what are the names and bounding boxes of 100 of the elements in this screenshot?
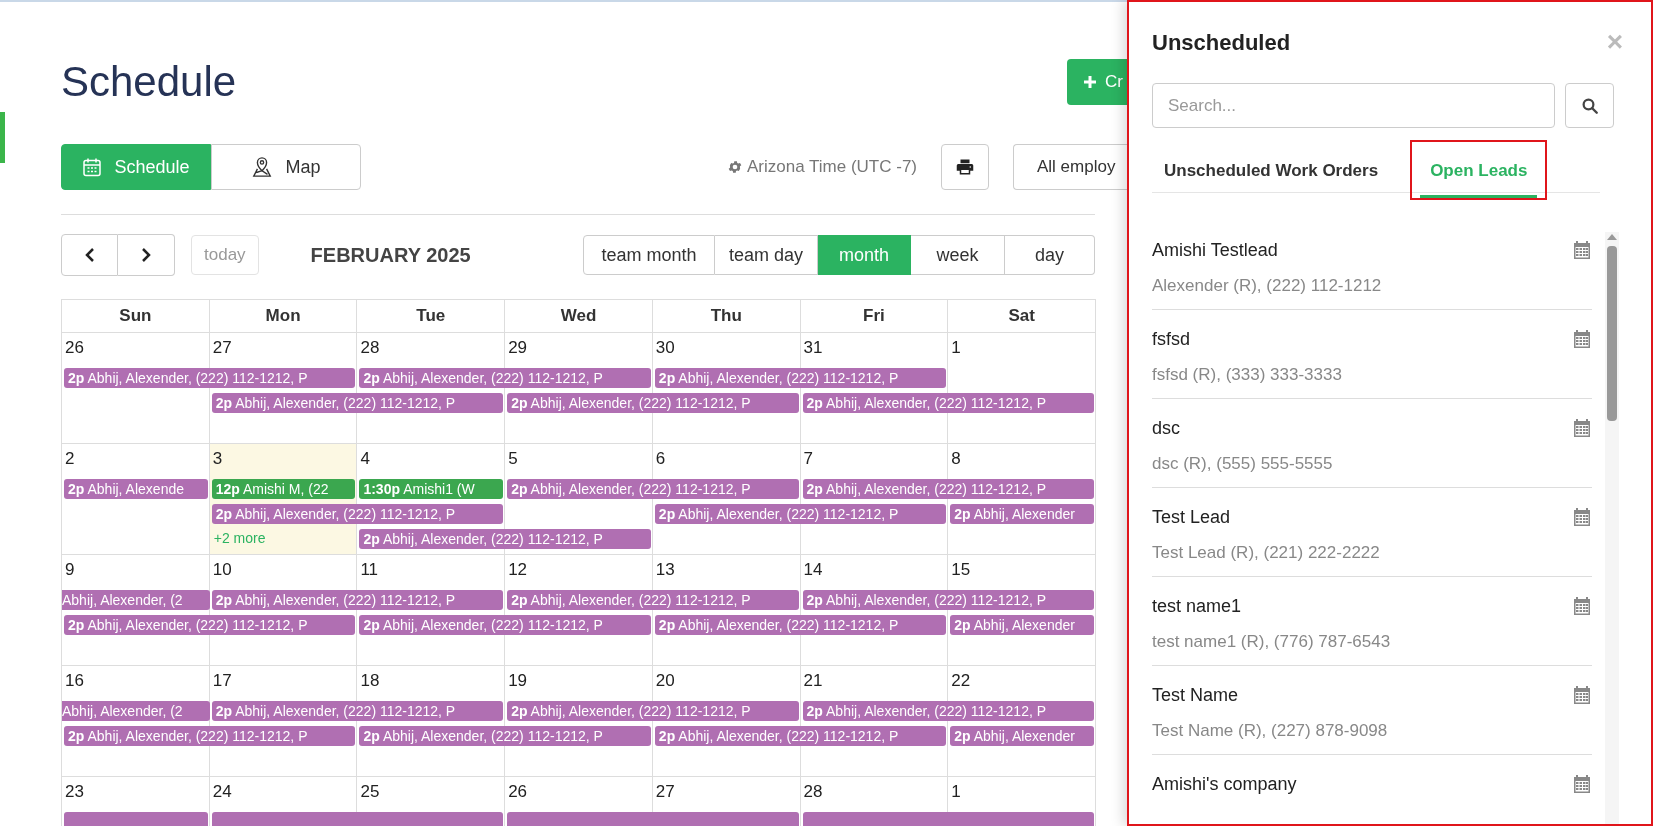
event-bar: 2p Abhij, Alexender — [950, 503, 1094, 524]
gear-icon — [726, 159, 743, 175]
chevron-right-icon — [140, 247, 152, 263]
event-bar: 2p Abhij, Alexender, (222) 112-1212, P — [507, 478, 799, 499]
day-number: 3 — [211, 448, 223, 467]
day-number: 2 — [64, 448, 75, 467]
event-bar: 2p Abhij, Alexender, (222) 112-1212, P — [359, 528, 651, 549]
day-number: 6 — [654, 448, 666, 467]
day-number: 22 — [950, 670, 971, 689]
event-bar: 2p Abhij, Alexender, (222) 112-1212, P — [507, 392, 799, 413]
event-bar: 2p Abhij, Alexender, (222) 112-1212, P — [507, 700, 799, 721]
day-number: 21 — [802, 670, 823, 689]
day-number: 23 — [64, 781, 84, 800]
day-number: 27 — [654, 781, 675, 800]
schedule-lead-button[interactable] — [1572, 506, 1592, 528]
day-number: 4 — [359, 448, 370, 467]
day-number: 11 — [359, 559, 379, 578]
schedule-lead-button[interactable] — [1572, 328, 1592, 350]
day-number: 8 — [950, 448, 961, 467]
day-number: 28 — [359, 337, 380, 356]
day-number: 29 — [507, 337, 528, 356]
calendar-view-tab[interactable]: week — [911, 235, 1005, 275]
lead-name[interactable]: Test Name — [1152, 682, 1388, 709]
day-number: 26 — [64, 337, 84, 356]
calendar-icon — [1572, 774, 1592, 794]
search-button[interactable] — [1565, 83, 1614, 128]
view-toggle-button[interactable]: Map — [211, 144, 361, 190]
day-number: 18 — [359, 670, 380, 689]
event-bar: 2p Abhij, Alexender, (222) 112-1212, P — [64, 367, 356, 388]
weekday-header: Sun — [119, 305, 152, 328]
weekday-header: Fri — [863, 305, 885, 328]
timezone-label[interactable]: Arizona Time (UTC -7) — [746, 154, 917, 180]
printer-icon — [956, 158, 974, 176]
print-button[interactable] — [941, 144, 989, 190]
day-number: 9 — [64, 559, 75, 578]
day-number: 16 — [64, 670, 84, 689]
lead-details: Test Lead (R), (221) 222-2222 — [1152, 542, 1380, 564]
panel-tab[interactable]: Unscheduled Work Orders — [1154, 157, 1389, 198]
event-bar: 2p Abhij, Alexender, (222) 112-1212, P — [359, 725, 651, 746]
lead-name[interactable]: test name1 — [1152, 593, 1391, 620]
calendar-icon — [1572, 685, 1592, 705]
weekday-header: Tue — [416, 305, 446, 328]
calendar-view-tab[interactable]: day — [1005, 235, 1095, 275]
plus-icon — [1083, 75, 1097, 89]
day-number: 13 — [654, 559, 675, 578]
calendar-view-tab[interactable]: team day — [715, 235, 818, 275]
event-bar: 2p Abhij, Alexender — [950, 614, 1094, 635]
day-number: 17 — [211, 670, 232, 689]
map-pin-icon — [251, 156, 274, 178]
weekday-header: Sat — [1008, 305, 1035, 328]
schedule-lead-button[interactable] — [1572, 595, 1592, 617]
event-bar: 2p Abhij, Alexender, (222) 112-1212, P — [64, 614, 356, 635]
weekday-header: Mon — [265, 305, 301, 328]
search-icon — [1580, 96, 1599, 115]
event-bar: 2p Abhij, Alexender, (222) 112-1212, P — [64, 725, 356, 746]
calendar-icon — [1572, 329, 1592, 349]
previous-button[interactable] — [61, 234, 118, 276]
schedule-lead-button[interactable] — [1572, 239, 1592, 261]
weekday-header: Wed — [560, 305, 597, 328]
day-number: 1 — [950, 781, 961, 800]
search-field[interactable]: Search... — [1152, 83, 1555, 128]
calendar-icon — [82, 157, 103, 177]
lead-details: fsfsd (R), (333) 333-3333 — [1152, 364, 1342, 386]
day-number: 14 — [802, 559, 823, 578]
day-number: 28 — [802, 781, 823, 800]
day-number: 25 — [359, 781, 380, 800]
day-number: 5 — [507, 448, 518, 467]
panel-title: Unscheduled — [1152, 28, 1291, 57]
event-bar: 1:30p Amishi1 (W — [359, 478, 504, 499]
lead-name[interactable]: dsc — [1152, 415, 1333, 442]
event-bar: 2p Abhij, Alexende — [64, 478, 208, 499]
event-bar: 2p Abhij, Alexender, (222) 112-1212, P — [507, 589, 799, 610]
calendar-view-tab[interactable]: team month — [583, 235, 715, 275]
lead-name[interactable]: Amishi Testlead — [1152, 237, 1382, 264]
day-number: 30 — [654, 337, 675, 356]
calendar-icon — [1572, 240, 1592, 260]
lead-details: Test Name (R), (227) 878-9098 — [1152, 720, 1388, 742]
calendar-icon — [1572, 596, 1592, 616]
lead-details: test name1 (R), (776) 787-6543 — [1152, 631, 1391, 653]
day-number: 24 — [211, 781, 232, 800]
schedule-lead-button[interactable] — [1572, 417, 1592, 439]
lead-name[interactable]: Test Lead — [1152, 504, 1380, 531]
next-button[interactable] — [118, 234, 175, 276]
day-number: 1 — [950, 337, 961, 356]
event-bar: 2p Abhij, Alexender — [950, 725, 1094, 746]
day-number: 27 — [211, 337, 232, 356]
lead-name[interactable]: fsfsd — [1152, 326, 1342, 353]
day-number: 7 — [802, 448, 814, 467]
lead-details: Alexender (R), (222) 112-1212 — [1152, 275, 1382, 297]
event-bar: Abhij, Alexender, (2 — [62, 700, 210, 721]
lead-name[interactable]: Amishi's company — [1152, 771, 1297, 798]
day-number: 26 — [507, 781, 528, 800]
day-number: 10 — [211, 559, 232, 578]
calendar-icon — [1572, 507, 1592, 527]
calendar-icon — [1572, 418, 1592, 438]
schedule-lead-button[interactable] — [1572, 684, 1592, 706]
lead-details: dsc (R), (555) 555-5555 — [1152, 453, 1333, 475]
schedule-lead-button[interactable] — [1572, 773, 1592, 795]
event-bar: Abhij, Alexender, (2 — [62, 589, 210, 610]
weekday-header: Thu — [710, 305, 742, 328]
